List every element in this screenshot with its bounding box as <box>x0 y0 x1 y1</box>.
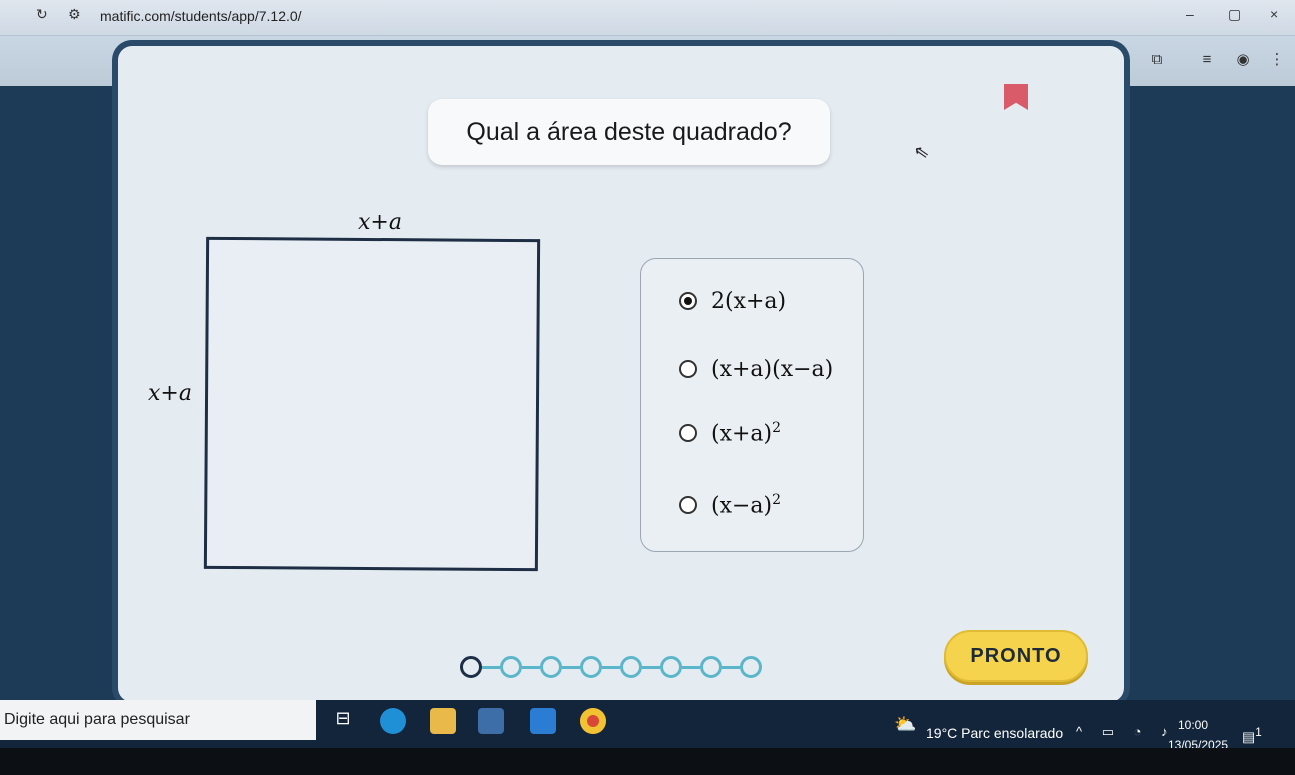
option-4[interactable]: (x−a)2 <box>679 487 781 523</box>
maximize-button[interactable]: ▢ <box>1228 6 1241 23</box>
progress-step-dot <box>580 656 602 678</box>
site-settings-icon[interactable]: ⚙ <box>68 6 81 23</box>
menu-icon[interactable]: ⋮ <box>1266 49 1288 71</box>
store-icon[interactable] <box>478 708 504 734</box>
option-4-exponent: 2 <box>772 491 782 508</box>
progress-link <box>602 666 620 669</box>
pronto-button[interactable]: PRONTO <box>944 630 1088 682</box>
extensions-icon[interactable]: ⧉ <box>1146 49 1168 71</box>
progress-step-dot <box>540 656 562 678</box>
progress-link <box>522 666 540 669</box>
minimize-button[interactable]: – <box>1186 6 1194 22</box>
square-figure <box>203 236 541 572</box>
radio-icon[interactable] <box>679 360 697 378</box>
question-prompt: Qual a área deste quadrado? <box>428 99 830 165</box>
mail-icon[interactable] <box>530 708 556 734</box>
radio-icon[interactable] <box>679 496 697 514</box>
progress-step-dot <box>700 656 722 678</box>
option-3[interactable]: (x+a)2 <box>679 415 781 451</box>
close-button[interactable]: × <box>1270 6 1278 22</box>
progress-link <box>642 666 660 669</box>
question-text: Qual a área deste quadrado? <box>466 117 792 146</box>
progress-tracker <box>460 656 770 680</box>
progress-step-dot <box>620 656 642 678</box>
option-3-text: (x+a) <box>711 421 773 447</box>
option-3-exponent: 2 <box>772 419 782 436</box>
weather-text[interactable]: 19°C Parc ensolarado <box>926 725 1063 741</box>
option-4-text: (x−a) <box>711 493 773 519</box>
radio-selected-icon[interactable] <box>679 292 697 310</box>
system-tray-icons[interactable]: ^ ▭ ◔ ♪ <box>1076 724 1176 740</box>
option-2[interactable]: (x+a)(x−a) <box>679 351 833 387</box>
progress-step-dot <box>500 656 522 678</box>
reload-icon[interactable]: ↻ <box>36 6 48 23</box>
screen-bezel <box>0 748 1295 775</box>
reading-list-icon[interactable]: ≡ <box>1196 49 1218 71</box>
option-2-text: (x+a)(x−a) <box>711 356 834 382</box>
progress-step-dot <box>660 656 682 678</box>
square-top-label: x+a <box>358 210 402 235</box>
option-1-text: 2(x+a) <box>711 288 787 314</box>
square-side-label: x+a <box>148 381 192 406</box>
options-panel: 2(x+a) (x+a)(x−a) (x+a)2 (x−a)2 <box>640 258 864 552</box>
notification-count: 1 <box>1255 726 1262 739</box>
task-view-icon[interactable]: ⊟ <box>330 708 356 734</box>
profile-icon[interactable]: ◉ <box>1232 49 1254 71</box>
taskbar-search-input[interactable]: Digite aqui para pesquisar <box>0 700 316 740</box>
notification-icon[interactable]: ▤1 <box>1242 726 1264 748</box>
clock-time[interactable]: 10:00 <box>1178 718 1208 732</box>
progress-step-dot <box>740 656 762 678</box>
screen: ↻ ⚙ matific.com/students/app/7.12.0/ – ▢… <box>0 0 1295 775</box>
chrome-icon[interactable] <box>580 708 606 734</box>
weather-icon[interactable]: ⛅ <box>894 714 916 735</box>
taskbar: Digite aqui para pesquisar ⊟ ⛅ 19°C Parc… <box>0 700 1295 752</box>
file-explorer-icon[interactable] <box>430 708 456 734</box>
progress-link <box>562 666 580 669</box>
progress-link <box>682 666 700 669</box>
browser-titlebar: ↻ ⚙ matific.com/students/app/7.12.0/ – ▢… <box>0 0 1295 36</box>
radio-icon[interactable] <box>679 424 697 442</box>
progress-link <box>722 666 740 669</box>
progress-step-dot <box>460 656 482 678</box>
progress-link <box>482 666 500 669</box>
option-1[interactable]: 2(x+a) <box>679 283 786 319</box>
address-bar[interactable]: matific.com/students/app/7.12.0/ <box>100 8 302 24</box>
edge-icon[interactable] <box>380 708 406 734</box>
